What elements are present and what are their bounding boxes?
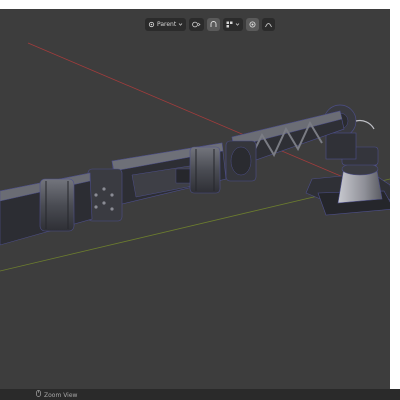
zoom-view-hint: Zoom View <box>36 390 77 400</box>
3d-viewport[interactable]: Parent <box>0 9 390 389</box>
proportional-edit-button[interactable] <box>246 17 260 31</box>
chevron-down-icon <box>235 22 240 27</box>
zoom-view-label: Zoom View <box>44 391 78 399</box>
transform-orientation-button[interactable] <box>189 17 205 31</box>
wrist-hub[interactable] <box>87 168 123 222</box>
lower-arm-band[interactable] <box>39 178 75 232</box>
pivot-point-dropdown[interactable]: Parent <box>145 17 187 31</box>
status-bar: Zoom View <box>0 389 400 400</box>
forearm-band[interactable] <box>189 146 221 194</box>
transform-orientation-icon <box>192 21 201 28</box>
viewport-header: Parent <box>145 17 276 31</box>
falloff-curve-icon <box>265 21 273 28</box>
proportional-falloff-dropdown[interactable] <box>262 17 276 31</box>
blender-window: Parent Zoom View <box>0 0 400 400</box>
right-gutter <box>390 9 400 389</box>
elbow-joint[interactable] <box>225 140 257 182</box>
viewport-scene[interactable] <box>0 9 390 389</box>
pivot-label: Parent <box>157 20 177 28</box>
snap-increment-icon <box>226 21 233 28</box>
snap-icon <box>210 20 217 28</box>
top-strip <box>0 0 400 9</box>
chevron-down-icon <box>178 22 183 27</box>
snap-increment-dropdown[interactable] <box>223 17 244 31</box>
mouse-icon <box>36 390 41 400</box>
pivot-icon <box>148 21 155 28</box>
proportional-edit-icon <box>249 21 256 28</box>
snap-toggle-button[interactable] <box>207 17 221 31</box>
